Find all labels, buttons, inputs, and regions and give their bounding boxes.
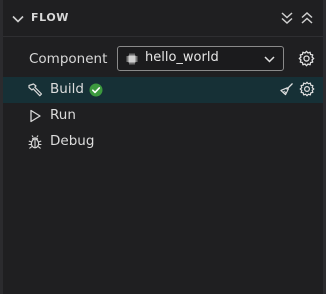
flow-item-debug[interactable]: Debug (3, 129, 323, 155)
component-select-value: hello_world (145, 50, 219, 65)
chip-icon (126, 53, 138, 65)
panel-title: FLOW (31, 11, 70, 24)
component-select[interactable]: hello_world (117, 46, 284, 71)
header-divider (3, 36, 323, 37)
hammer-icon (28, 83, 43, 97)
double-chevron-up-icon[interactable] (299, 10, 315, 26)
gear-icon[interactable] (299, 81, 315, 97)
chevron-down-icon (264, 56, 275, 63)
gear-icon[interactable] (298, 50, 315, 67)
bug-icon (28, 135, 42, 149)
double-chevron-down-icon[interactable] (279, 10, 295, 26)
broom-icon[interactable] (279, 82, 294, 97)
check-circle-icon (89, 83, 103, 97)
flow-item-label: Build (50, 81, 84, 97)
chevron-down-icon[interactable] (11, 12, 25, 26)
panel-header[interactable]: FLOW (3, 0, 323, 36)
component-label: Component (29, 51, 108, 67)
flow-item-build[interactable]: Build (3, 77, 323, 103)
play-outline-icon (30, 109, 41, 123)
flow-item-run[interactable]: Run (3, 103, 323, 129)
flow-item-label: Run (50, 107, 76, 123)
component-row: Component hello_world (3, 44, 323, 74)
flow-item-label: Debug (50, 133, 95, 149)
flow-panel: FLOW Component hello_world Build Run Deb… (3, 0, 323, 294)
